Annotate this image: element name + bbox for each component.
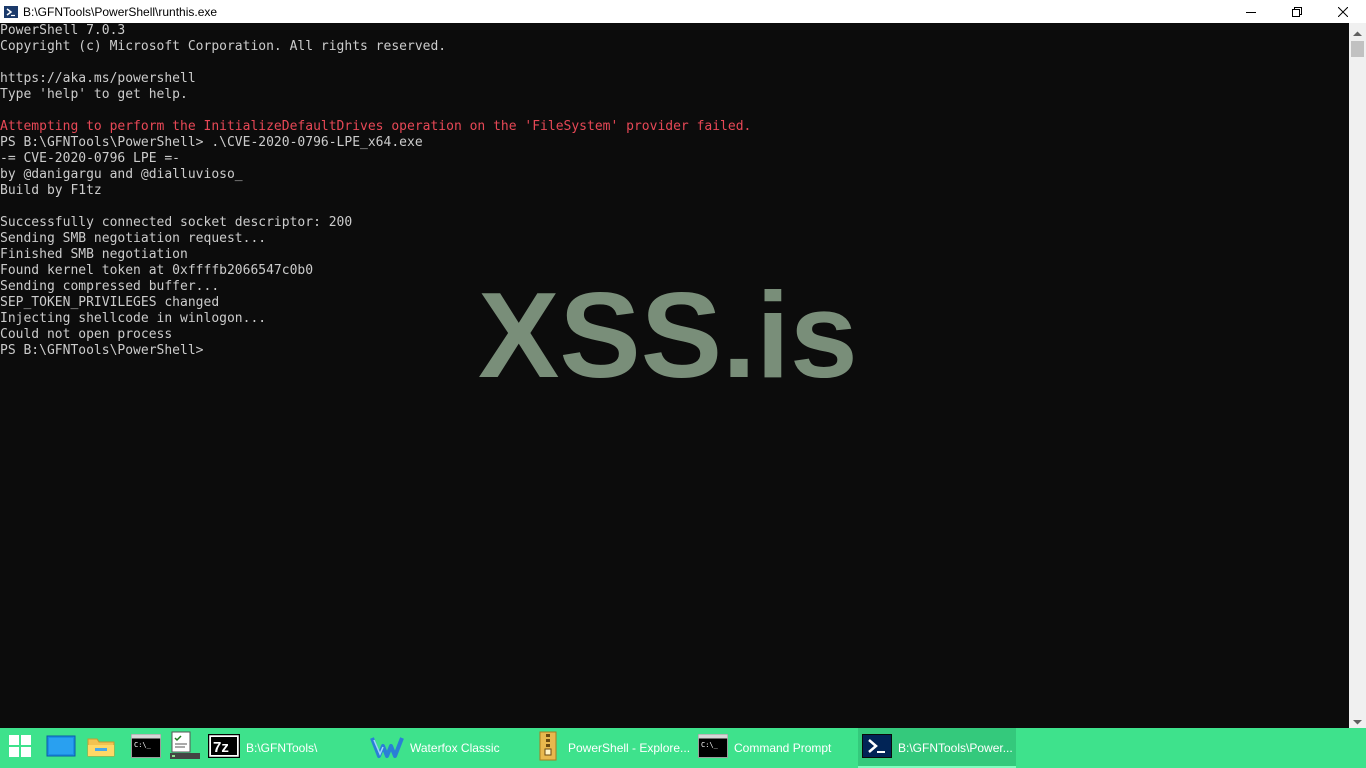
svg-text:C:\_: C:\_ xyxy=(701,741,719,749)
console-line: Type 'help' to get help. xyxy=(0,87,188,102)
restore-icon xyxy=(1292,6,1302,17)
svg-text:C:\_: C:\_ xyxy=(134,741,152,749)
console-error-line: Attempting to perform the InitializeDefa… xyxy=(0,119,752,134)
taskbar-item-powershell-explorer[interactable]: PowerShell - Explore... xyxy=(534,728,694,768)
console-line: Copyright (c) Microsoft Corporation. All… xyxy=(0,39,447,54)
taskbar-item-desktop[interactable] xyxy=(42,728,80,768)
console-line: https://aka.ms/powershell xyxy=(0,71,196,86)
minimize-button[interactable] xyxy=(1228,0,1274,23)
windows-start-icon xyxy=(9,735,31,761)
taskbar-item-waterfox[interactable]: Waterfox Classic xyxy=(368,728,528,768)
waterfox-icon xyxy=(370,732,404,764)
taskbar-item-label: Waterfox Classic xyxy=(410,741,500,755)
scroll-down-button[interactable] xyxy=(1349,711,1366,728)
taskbar-item-file-explorer[interactable] xyxy=(82,728,120,768)
taskbar-item-powershell-active[interactable]: B:\GFNTools\Power... xyxy=(858,728,1016,768)
taskbar-item-command-prompt[interactable]: C:\_ Command Prompt xyxy=(696,728,856,768)
scroll-up-button[interactable] xyxy=(1349,23,1366,40)
start-button[interactable] xyxy=(0,728,40,768)
7zip-icon: 7z xyxy=(207,733,241,762)
scrollbar-thumb[interactable] xyxy=(1351,41,1364,57)
cmd-icon: C:\_ xyxy=(131,734,161,762)
taskbar-item-7zip[interactable]: 7z B:\GFNTools\ xyxy=(206,728,358,768)
console-line: by @danigargu and @dialluvioso_ xyxy=(0,167,243,182)
console-line: Sending compressed buffer... xyxy=(0,279,220,294)
console-line: PowerShell 7.0.3 xyxy=(0,23,126,38)
window-title: B:\GFNTools\PowerShell\runthis.exe xyxy=(23,4,218,19)
taskbar-item-task-tool[interactable] xyxy=(166,728,204,768)
vertical-scrollbar[interactable] xyxy=(1349,23,1366,728)
chevron-down-icon xyxy=(1353,710,1362,729)
cmd-icon: C:\_ xyxy=(698,734,728,762)
console-line: Could not open process xyxy=(0,327,173,342)
console-output[interactable]: PowerShell 7.0.3 Copyright (c) Microsoft … xyxy=(0,23,1349,728)
title-bar[interactable]: B:\GFNTools\PowerShell\runthis.exe xyxy=(0,0,1366,23)
folder-zip-icon xyxy=(536,730,562,766)
console-line: PS B:\GFNTools\PowerShell> xyxy=(0,343,204,358)
taskbar-item-label: B:\GFNTools\ xyxy=(246,741,318,755)
taskbar-item-label: PowerShell - Explore... xyxy=(568,741,691,755)
powershell-icon xyxy=(862,734,892,762)
close-icon xyxy=(1338,6,1348,17)
console-line: Sending SMB negotiation request... xyxy=(0,231,267,246)
console-line: -= CVE-2020-0796 LPE =- xyxy=(0,151,181,166)
taskbar: C:\_ 7z B:\GFNTools\ Waterfox Classic Po… xyxy=(0,728,1366,768)
taskbar-item-cmd-pinned[interactable]: C:\_ xyxy=(128,728,164,768)
powershell-icon xyxy=(3,4,19,20)
svg-text:7z: 7z xyxy=(213,739,229,756)
close-button[interactable] xyxy=(1320,0,1366,23)
console-line: Build by F1tz xyxy=(0,183,102,198)
chevron-up-icon xyxy=(1353,22,1362,41)
file-explorer-icon xyxy=(87,734,115,762)
minimize-icon xyxy=(1246,7,1256,17)
console-line: SEP_TOKEN_PRIVILEGES changed xyxy=(0,295,220,310)
desktop-icon xyxy=(46,734,76,762)
console-line: Successfully connected socket descriptor… xyxy=(0,215,353,230)
taskbar-item-label: B:\GFNTools\Power... xyxy=(898,741,1013,755)
console-text: PowerShell 7.0.3 Copyright (c) Microsoft … xyxy=(0,23,1349,359)
task-manager-icon xyxy=(169,731,201,765)
window-controls xyxy=(1228,0,1366,23)
console-line: PS B:\GFNTools\PowerShell> .\CVE-2020-07… xyxy=(0,135,423,150)
maximize-button[interactable] xyxy=(1274,0,1320,23)
taskbar-item-label: Command Prompt xyxy=(734,741,832,755)
console-line: Injecting shellcode in winlogon... xyxy=(0,311,267,326)
console-line: Finished SMB negotiation xyxy=(0,247,188,262)
console-line: Found kernel token at 0xffffb2066547c0b0 xyxy=(0,263,314,278)
